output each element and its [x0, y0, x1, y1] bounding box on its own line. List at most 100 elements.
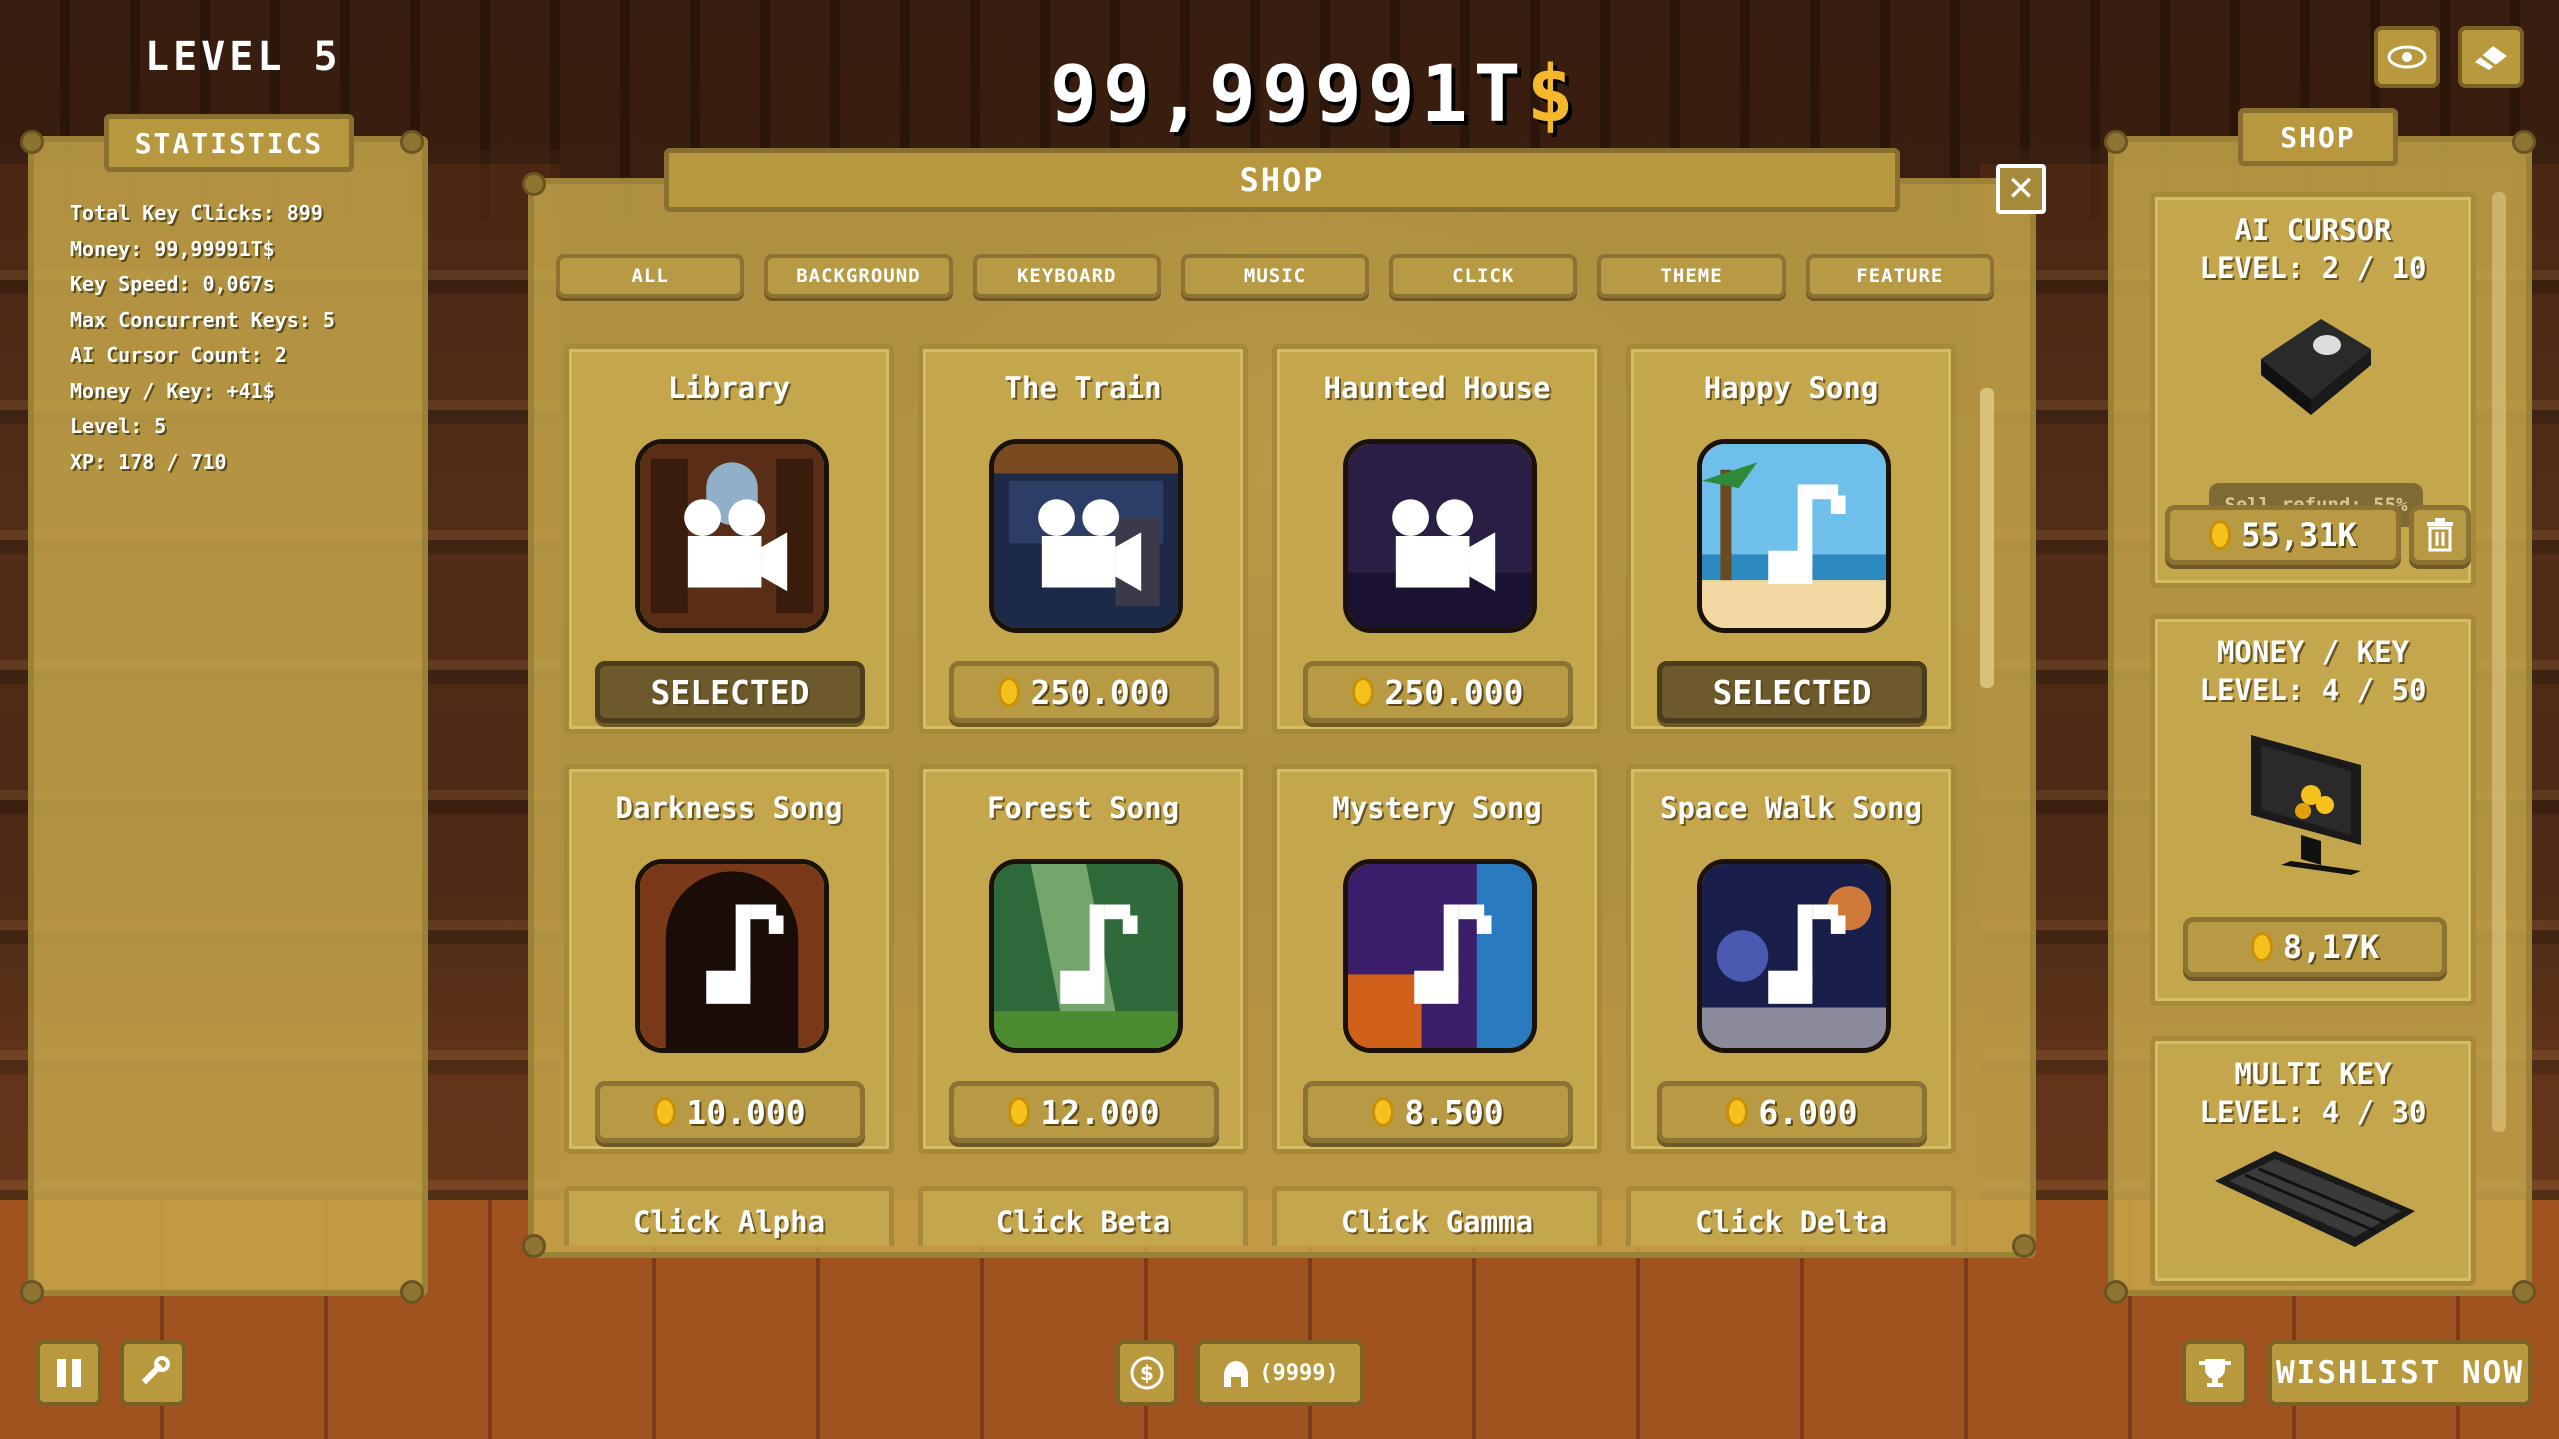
tab-background[interactable]: BACKGROUND: [764, 254, 953, 298]
video-camera-icon: [1348, 444, 1532, 628]
upgrade-level: LEVEL: 4 / 30: [2199, 1095, 2427, 1129]
statistics-list: Total Key Clicks: 899 Money: 99,99991T$ …: [70, 196, 335, 480]
shop-item-library[interactable]: Library SELECTED: [564, 344, 894, 734]
steam-button[interactable]: $: [1116, 1340, 1178, 1406]
monitor-coins-icon: [2251, 735, 2361, 875]
music-note-icon: [1702, 864, 1886, 1048]
item-name: Darkness Song: [615, 791, 843, 825]
shop-item-the-train[interactable]: The Train 250.000: [918, 344, 1248, 734]
item-buy-button[interactable]: 8.500: [1303, 1081, 1573, 1143]
shop-item-click-alpha[interactable]: Click Alpha: [564, 1186, 894, 1246]
stat-max-concurrent-keys: Max Concurrent Keys: 5: [70, 307, 335, 332]
tab-keyboard[interactable]: KEYBOARD: [972, 254, 1161, 298]
tab-theme[interactable]: THEME: [1597, 254, 1786, 298]
helmet-counter-button[interactable]: (9999): [1196, 1340, 1364, 1406]
item-name: Haunted House: [1323, 371, 1551, 405]
music-note-icon: [640, 864, 824, 1048]
upgrade-name: MULTI KEY: [2234, 1057, 2392, 1091]
upgrade-name: MONEY / KEY: [2216, 635, 2410, 669]
coin-icon: [654, 1097, 677, 1127]
coin-icon: [1372, 1097, 1395, 1127]
tab-click[interactable]: CLICK: [1389, 254, 1578, 298]
wrench-icon: [141, 1356, 170, 1385]
shop-item-forest-song[interactable]: Forest Song 12.000: [918, 764, 1248, 1154]
upgrade-level: LEVEL: 2 / 10: [2199, 251, 2427, 285]
coin-icon: [2209, 520, 2232, 550]
item-thumbnail: [635, 859, 829, 1053]
money-display: 99,99991T$: [1050, 50, 1580, 140]
music-note-icon: [1702, 444, 1886, 628]
stat-total-key-clicks: Total Key Clicks: 899: [70, 201, 323, 225]
item-buy-button[interactable]: 12.000: [949, 1081, 1219, 1143]
coin-icon: [1726, 1097, 1749, 1127]
svg-text:$: $: [1140, 1361, 1154, 1385]
keyboard-icon: [2215, 1151, 2415, 1247]
item-buy-button[interactable]: 250.000: [949, 661, 1219, 723]
coin-icon: [1008, 1097, 1031, 1127]
settings-button[interactable]: [120, 1340, 186, 1406]
shop-scrollbar[interactable]: [1980, 388, 1994, 688]
upgrade-scrollbar[interactable]: [2492, 192, 2506, 1132]
shop-item-click-gamma[interactable]: Click Gamma: [1272, 1186, 1602, 1246]
close-icon: ✕: [2006, 169, 2036, 209]
panel-rivet: [2104, 130, 2128, 154]
shop-item-space-walk-song[interactable]: Space Walk Song 6.000: [1626, 764, 1956, 1154]
shop-item-mystery-song[interactable]: Mystery Song 8.500: [1272, 764, 1602, 1154]
trash-icon: [2427, 518, 2453, 552]
upgrade-money-per-key: MONEY / KEY LEVEL: 4 / 50 8,17K: [2150, 614, 2476, 1006]
item-name: The Train: [1004, 371, 1162, 405]
stat-xp: XP: 178 / 710: [70, 449, 227, 474]
tab-all[interactable]: ALL: [556, 254, 745, 298]
shop-title: SHOP: [664, 148, 1900, 212]
upgrade-price: 8,17K: [2282, 928, 2380, 966]
upgrade-price: 55,31K: [2241, 516, 2357, 554]
money-key-buy-button[interactable]: 8,17K: [2183, 917, 2447, 977]
money-symbol: $: [1526, 50, 1580, 140]
achievements-button[interactable]: [2182, 1340, 2248, 1406]
shop-item-click-delta[interactable]: Click Delta: [1626, 1186, 1956, 1246]
item-thumbnail: [989, 439, 1183, 633]
panel-rivet: [2012, 1234, 2036, 1258]
ai-cursor-sell-button[interactable]: [2409, 505, 2471, 565]
item-buy-button[interactable]: 6.000: [1657, 1081, 1927, 1143]
item-name: Mystery Song: [1332, 791, 1542, 825]
coin-icon: [1352, 677, 1375, 707]
panel-rivet: [2104, 1280, 2128, 1304]
pause-icon: [57, 1359, 81, 1387]
item-name: Click Beta: [995, 1205, 1171, 1239]
helmet-icon: [1224, 1361, 1249, 1387]
upgrade-level: LEVEL: 4 / 50: [2199, 673, 2427, 707]
item-thumbnail: [1697, 439, 1891, 633]
tab-feature[interactable]: FEATURE: [1805, 254, 1994, 298]
item-name: Forest Song: [986, 791, 1180, 825]
shop-item-happy-song[interactable]: Happy Song SELECTED: [1626, 344, 1956, 734]
item-buy-button[interactable]: 250.000: [1303, 661, 1573, 723]
item-selected-button[interactable]: SELECTED: [1657, 661, 1927, 723]
item-buy-button[interactable]: 10.000: [595, 1081, 865, 1143]
shop-item-haunted-house[interactable]: Haunted House 250.000: [1272, 344, 1602, 734]
shop-item-darkness-song[interactable]: Darkness Song 10.000: [564, 764, 894, 1154]
item-thumbnail: [635, 439, 829, 633]
item-thumbnail: [1697, 859, 1891, 1053]
music-note-icon: [994, 864, 1178, 1048]
item-price: 12.000: [1040, 1092, 1160, 1132]
wishlist-button[interactable]: WISHLIST NOW: [2268, 1340, 2532, 1406]
level-label: LEVEL 5: [145, 34, 342, 80]
item-thumbnail: [1343, 859, 1537, 1053]
panel-rivet: [2512, 130, 2536, 154]
shop-item-click-beta[interactable]: Click Beta: [918, 1186, 1248, 1246]
visibility-button[interactable]: [2374, 26, 2440, 88]
item-name: Library: [667, 371, 791, 405]
tab-music[interactable]: MUSIC: [1180, 254, 1370, 298]
ai-cursor-buy-button[interactable]: 55,31K: [2165, 505, 2401, 565]
item-price: 8.500: [1404, 1092, 1504, 1132]
eye-icon: [2387, 45, 2427, 69]
pause-button[interactable]: [36, 1340, 102, 1406]
panel-rivet: [522, 172, 546, 196]
eraser-button[interactable]: [2458, 26, 2524, 88]
item-button-label: SELECTED: [650, 672, 810, 712]
item-selected-button[interactable]: SELECTED: [595, 661, 865, 723]
close-button[interactable]: ✕: [1996, 164, 2046, 214]
panel-rivet: [400, 130, 424, 154]
item-name: Click Delta: [1694, 1205, 1888, 1239]
